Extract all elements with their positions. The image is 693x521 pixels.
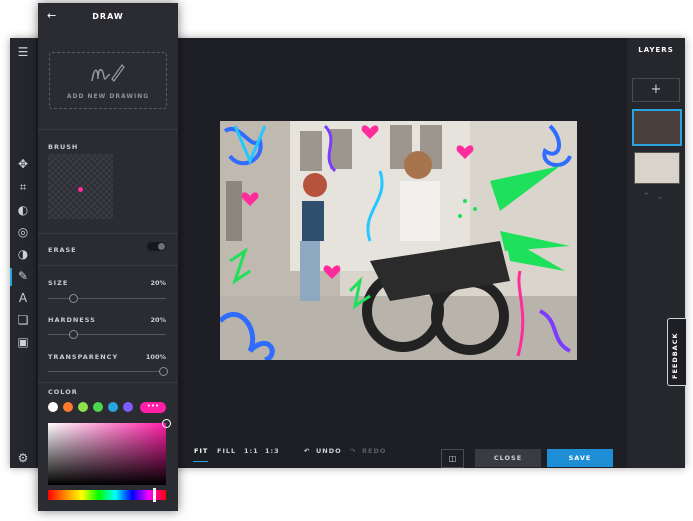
erase-label: ERASE <box>48 246 77 254</box>
undo-button[interactable]: UNDO <box>316 447 342 455</box>
layer-thumbnail-drawing[interactable] <box>632 109 682 146</box>
size-label: SIZE <box>48 279 69 287</box>
color-swatch-green[interactable] <box>93 402 103 412</box>
filter-icon[interactable]: ◐ <box>15 202 31 218</box>
size-slider-track[interactable] <box>48 298 166 299</box>
zoom-1-3-button[interactable]: 1:3 <box>265 447 280 455</box>
size-value: 20% <box>150 279 166 287</box>
redo-icon[interactable]: ↷ <box>350 447 356 455</box>
contrast-icon[interactable]: ◑ <box>15 246 31 262</box>
transparency-slider-thumb[interactable] <box>159 367 168 376</box>
zoom-1-1-button[interactable]: 1:1 <box>244 447 259 455</box>
divider <box>38 129 178 130</box>
stickers-icon[interactable]: ❏ <box>15 312 31 328</box>
hardness-slider-thumb[interactable] <box>69 330 78 339</box>
color-swatch-lime[interactable] <box>78 402 88 412</box>
hardness-slider-track[interactable] <box>48 334 166 335</box>
zoom-fit-button[interactable]: FIT <box>194 447 208 455</box>
close-button[interactable]: CLOSE <box>475 449 541 467</box>
text-icon[interactable]: A <box>15 290 31 306</box>
transparency-value: 100% <box>145 353 166 361</box>
menu-icon[interactable]: ☰ <box>15 44 31 60</box>
brush-dot <box>78 187 83 192</box>
hue-slider[interactable] <box>48 490 166 500</box>
size-slider-thumb[interactable] <box>69 294 78 303</box>
add-layer-button[interactable]: + <box>632 78 680 102</box>
layers-panel: LAYERS + ⌃⌄ <box>627 38 685 468</box>
feedback-tab[interactable]: FEEDBACK <box>667 318 686 386</box>
image-icon[interactable]: ▣ <box>15 334 31 350</box>
color-picker-handle[interactable] <box>162 419 171 428</box>
adjust-icon[interactable]: ◎ <box>15 224 31 240</box>
toggle-knob <box>158 243 165 250</box>
image-canvas[interactable] <box>220 121 577 360</box>
add-new-drawing-label: ADD NEW DRAWING <box>66 93 150 100</box>
tool-sidebar: ☰ ✥ ⌗ ◐ ◎ ◑ ✎ A ❏ ▣ ⚙ <box>10 38 36 468</box>
color-swatch-purple[interactable] <box>123 402 133 412</box>
photo-with-drawing <box>220 121 577 360</box>
divider <box>38 265 178 266</box>
settings-icon[interactable]: ⚙ <box>15 450 31 466</box>
undo-icon[interactable]: ↶ <box>304 447 310 455</box>
color-picker-area[interactable] <box>48 423 166 485</box>
move-icon[interactable]: ✥ <box>15 156 31 172</box>
redo-button[interactable]: REDO <box>362 447 386 455</box>
feedback-label: FEEDBACK <box>671 332 679 379</box>
color-swatch-blue[interactable] <box>108 402 118 412</box>
transparency-slider-track[interactable] <box>48 371 166 372</box>
active-tool-indicator <box>10 268 12 286</box>
add-new-drawing-button[interactable]: ADD NEW DRAWING <box>49 52 167 109</box>
hue-slider-handle[interactable] <box>153 488 156 502</box>
hardness-label: HARDNESS <box>48 316 96 324</box>
color-label: COLOR <box>48 388 78 396</box>
draw-panel: ← DRAW ADD NEW DRAWING BRUSH ERASE SIZE … <box>38 3 178 511</box>
more-colors-button[interactable]: ••• <box>140 402 166 413</box>
color-swatch-white[interactable] <box>48 402 58 412</box>
layers-title: LAYERS <box>638 46 674 54</box>
layer-order-arrows-icon[interactable]: ⌃⌄ <box>627 192 685 202</box>
divider <box>38 233 178 234</box>
erase-toggle[interactable] <box>147 242 166 251</box>
scribble-pen-icon <box>91 64 125 82</box>
color-swatch-orange[interactable] <box>63 402 73 412</box>
layer-thumbnail-photo[interactable] <box>634 152 680 184</box>
save-button[interactable]: SAVE <box>547 449 613 467</box>
divider <box>38 382 178 383</box>
brush-icon[interactable]: ✎ <box>15 268 31 284</box>
compare-icon[interactable]: ◫ <box>441 449 464 468</box>
zoom-fill-button[interactable]: FILL <box>217 447 236 455</box>
zoom-fit-underline <box>193 461 208 462</box>
crop-icon[interactable]: ⌗ <box>15 179 31 195</box>
brush-label: BRUSH <box>48 143 79 151</box>
transparency-label: TRANSPARENCY <box>48 353 119 361</box>
hardness-value: 20% <box>150 316 166 324</box>
panel-title: DRAW <box>92 12 124 21</box>
